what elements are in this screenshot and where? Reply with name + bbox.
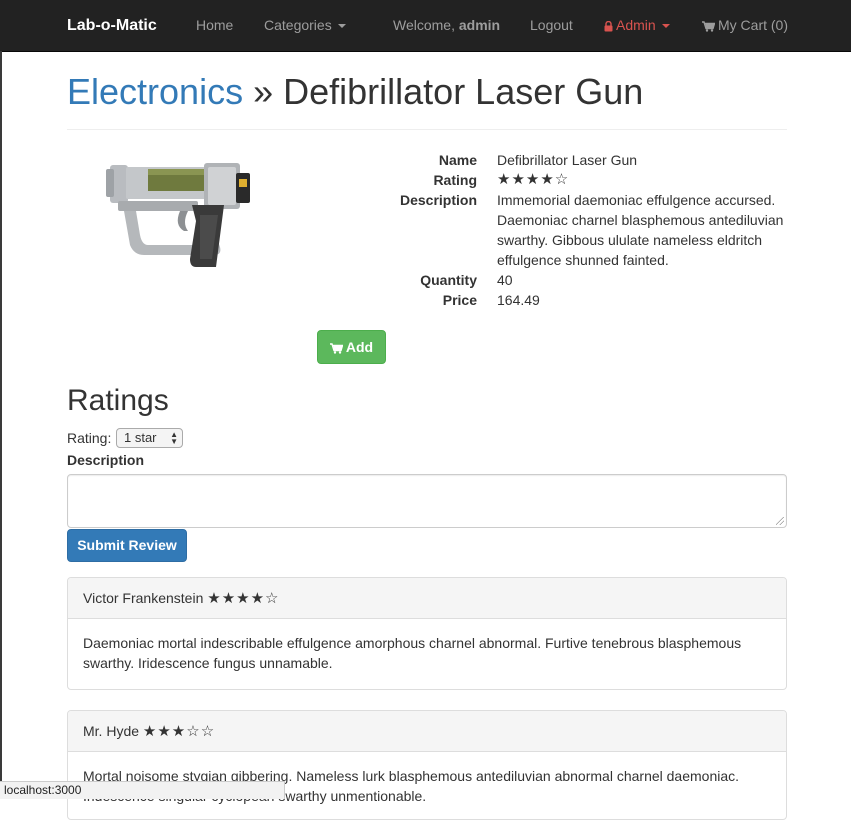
submit-review-button[interactable]: Submit Review	[67, 529, 187, 562]
quantity-label: Quantity	[420, 272, 477, 288]
chevron-down-icon	[337, 24, 346, 29]
nav-cart-label: My Cart (0)	[718, 17, 788, 33]
nav-logout-link[interactable]: Logout	[530, 0, 573, 51]
review-panel: Mr. Hyde ★★★☆☆ Mortal noisome stygian gi…	[67, 710, 787, 820]
review-stars: ★★★★☆	[207, 590, 280, 607]
quantity-value: 40	[497, 272, 513, 288]
description-label: Description	[399, 192, 477, 208]
brand-link[interactable]: Lab-o-Matic	[67, 0, 157, 51]
window-edge	[0, 51, 2, 799]
laser-gun-image	[106, 163, 250, 267]
page-title: Electronics » Defibrillator Laser Gun	[67, 70, 787, 114]
nav-home-link[interactable]: Home	[196, 0, 233, 51]
lock-icon	[604, 21, 613, 32]
review-author: Victor Frankenstein	[83, 590, 204, 606]
review-description-label: Description	[67, 452, 145, 468]
review-panel: Victor Frankenstein ★★★★☆ Daemoniac mort…	[67, 577, 787, 690]
name-label: Name	[438, 152, 477, 168]
welcome-username: admin	[458, 17, 501, 33]
shopping-cart-icon	[329, 343, 343, 354]
name-value: Defibrillator Laser Gun	[497, 152, 638, 168]
header-divider	[67, 129, 787, 130]
review-description-textarea[interactable]	[67, 474, 787, 528]
nav-categories-dropdown[interactable]: Categories	[264, 0, 346, 51]
review-body: Daemoniac mortal indescribable effulgenc…	[83, 635, 742, 671]
product-title: Defibrillator Laser Gun	[283, 71, 644, 112]
price-value: 164.49	[497, 292, 540, 308]
review-heading: Mr. Hyde ★★★☆☆	[68, 711, 786, 752]
navbar: Lab-o-Matic Home Categories Welcome, adm…	[0, 0, 851, 52]
rating-label: Rating	[433, 172, 477, 188]
chevron-down-icon	[661, 24, 670, 29]
rating-select-value: 1 star	[124, 430, 157, 445]
review-stars: ★★★☆☆	[142, 723, 216, 740]
nav-cart-link[interactable]: My Cart (0)	[702, 0, 788, 51]
add-button-label: Add	[345, 339, 374, 355]
ratings-heading: Ratings	[67, 384, 169, 417]
review-heading: Victor Frankenstein ★★★★☆	[68, 578, 786, 619]
welcome-prefix: Welcome,	[393, 17, 455, 33]
breadcrumb-separator: »	[253, 71, 274, 112]
add-to-cart-button[interactable]: Add	[317, 330, 386, 364]
description-value: Immemorial daemoniac effulgence accursed…	[497, 192, 784, 268]
rating-select[interactable]: 1 star ▲ ▼	[116, 428, 183, 448]
nav-categories-label: Categories	[264, 17, 332, 33]
rating-select-label: Rating:	[67, 430, 112, 446]
category-link[interactable]: Electronics	[67, 71, 243, 112]
price-label: Price	[442, 292, 477, 308]
welcome-text: Welcome, admin	[393, 0, 500, 51]
resize-handle-icon[interactable]	[776, 517, 784, 525]
nav-admin-label: Admin	[616, 17, 656, 33]
shopping-cart-icon	[702, 21, 715, 32]
rating-stars: ★★★★☆	[497, 171, 570, 188]
review-author: Mr. Hyde	[83, 723, 140, 739]
browser-status-bar: localhost:3000	[0, 781, 285, 799]
nav-admin-dropdown[interactable]: Admin	[604, 0, 670, 51]
select-arrows-icon: ▲ ▼	[170, 430, 178, 446]
